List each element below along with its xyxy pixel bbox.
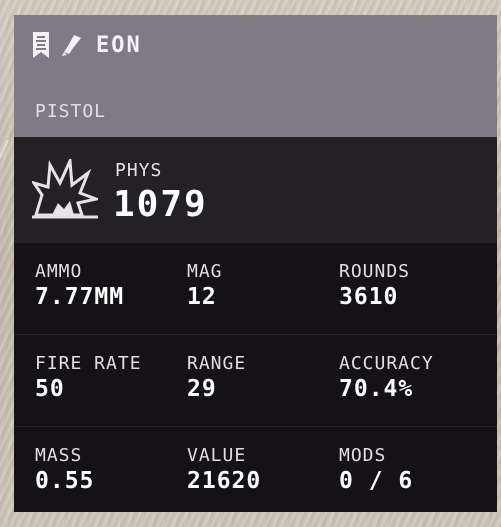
stats-row-2: FIRE RATE 50 RANGE 29 ACCURACY 70.4%	[14, 334, 497, 427]
stat-value: 70.4%	[339, 376, 414, 402]
banner-icon	[32, 31, 50, 59]
stat-label: ROUNDS	[339, 261, 411, 282]
weapon-title-row: EON	[32, 30, 142, 60]
damage-value: 1079	[113, 184, 208, 225]
stat-label: MAG	[187, 261, 223, 282]
damage-panel: PHYS 1079	[14, 137, 497, 242]
stat-value-credits: VALUE 21620	[187, 445, 261, 494]
stat-value: 7.77MM	[35, 284, 125, 310]
stat-range: RANGE 29	[187, 353, 246, 402]
stat-rounds: ROUNDS 3610	[339, 261, 410, 310]
weapon-name: EON	[96, 32, 142, 58]
stat-label: MASS	[35, 445, 83, 466]
stat-label: ACCURACY	[339, 353, 434, 374]
stat-label: VALUE	[187, 445, 247, 466]
damage-type-label: PHYS	[115, 160, 163, 181]
weapon-stats-card: EON PISTOL PHYS 1079 AMMO 7.77MM MAG 12 …	[14, 15, 497, 512]
stats-row-3: MASS 0.55 VALUE 21620 MODS 0 / 6	[14, 426, 497, 512]
stat-value: 3610	[339, 284, 399, 310]
stat-accuracy: ACCURACY 70.4%	[339, 353, 434, 402]
stat-label: MODS	[339, 445, 387, 466]
weapon-category: PISTOL	[35, 101, 107, 122]
stat-value: 50	[35, 376, 65, 402]
stat-value: 0 / 6	[339, 468, 414, 494]
stat-label: RANGE	[187, 353, 247, 374]
rocket-icon	[62, 34, 82, 56]
stats-row-1: AMMO 7.77MM MAG 12 ROUNDS 3610	[14, 242, 497, 335]
card-header: EON PISTOL	[14, 15, 497, 137]
stat-value: 21620	[187, 468, 262, 494]
stat-value: 29	[187, 376, 217, 402]
stat-fire-rate: FIRE RATE 50	[35, 353, 142, 402]
stat-mass: MASS 0.55	[35, 445, 94, 494]
stat-label: AMMO	[35, 261, 83, 282]
stat-ammo: AMMO 7.77MM	[35, 261, 124, 310]
stat-value: 12	[187, 284, 217, 310]
stat-mag: MAG 12	[187, 261, 223, 310]
stat-label: FIRE RATE	[35, 353, 142, 374]
physical-damage-icon	[30, 155, 102, 223]
stat-value: 0.55	[35, 468, 95, 494]
stat-mods: MODS 0 / 6	[339, 445, 413, 494]
